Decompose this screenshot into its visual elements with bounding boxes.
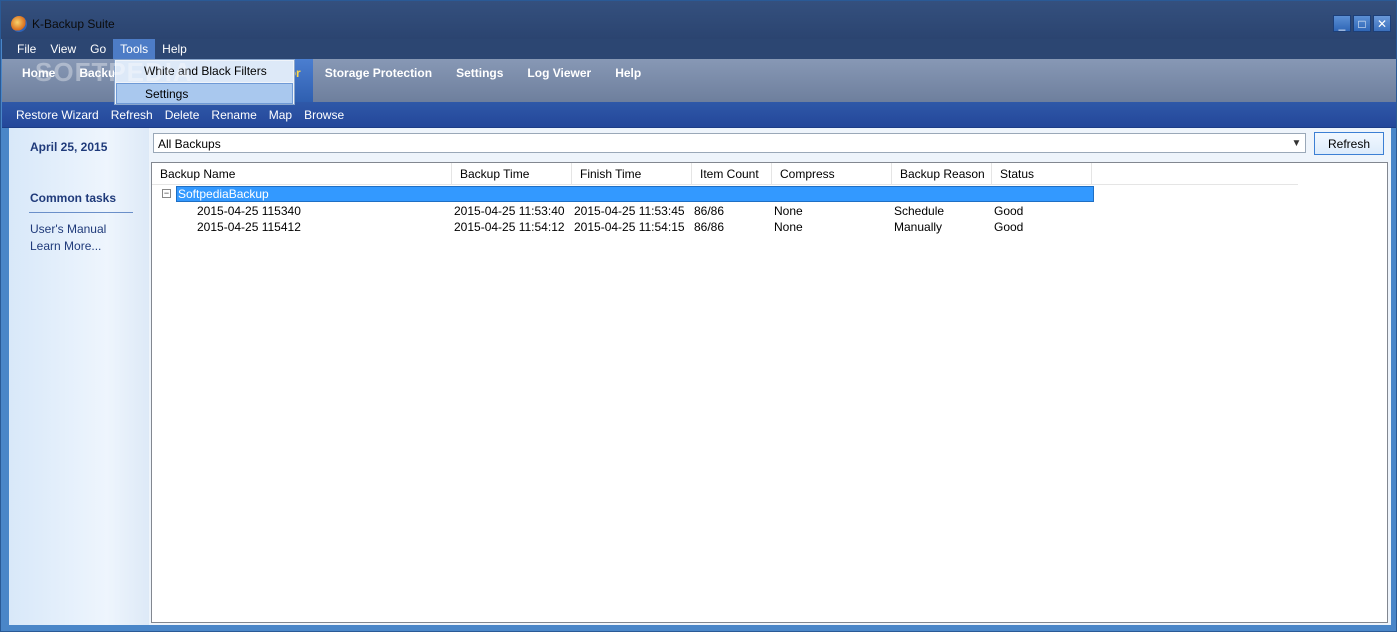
sidebar-divider — [29, 212, 133, 213]
minimize-button[interactable]: _ — [1333, 15, 1351, 32]
row2-reason: Manually — [894, 220, 943, 234]
tab-settings[interactable]: Settings — [444, 59, 515, 102]
restore-wizard-button[interactable]: Restore Wizard — [10, 108, 105, 122]
menu-go[interactable]: Go — [83, 39, 113, 59]
col-backup-reason[interactable]: Backup Reason — [892, 163, 992, 185]
row2-backup-time: 2015-04-25 11:54:12 — [454, 220, 565, 234]
row1-backup-time: 2015-04-25 11:53:40 — [454, 204, 565, 218]
col-status[interactable]: Status — [992, 163, 1092, 185]
menu-file[interactable]: File — [10, 39, 43, 59]
softpedia-watermark: SOFTPEDIA — [35, 57, 193, 87]
map-button[interactable]: Map — [263, 108, 298, 122]
row2-item-count: 86/86 — [694, 220, 725, 234]
common-tasks-heading: Common tasks — [30, 191, 117, 205]
col-backup-time[interactable]: Backup Time — [452, 163, 572, 185]
row1-name[interactable]: 2015-04-25 115340 — [197, 204, 301, 218]
maximize-button[interactable]: □ — [1353, 15, 1371, 32]
close-button[interactable]: ✕ — [1373, 15, 1391, 32]
toolbar-refresh-button[interactable]: Refresh — [105, 108, 159, 122]
app-logo-icon — [11, 16, 27, 32]
row1-compress: None — [774, 204, 803, 218]
row1-finish-time: 2015-04-25 11:53:45 — [574, 204, 685, 218]
collapse-icon[interactable]: − — [162, 189, 171, 198]
row2-name[interactable]: 2015-04-25 115412 — [197, 220, 301, 234]
backup-group-row[interactable]: SoftpediaBackup — [176, 186, 1094, 202]
tab-log-viewer[interactable]: Log Viewer — [515, 59, 603, 102]
delete-button[interactable]: Delete — [159, 108, 206, 122]
backup-list[interactable]: Backup Name Backup Time Finish Time Item… — [151, 162, 1388, 623]
backup-filter-select[interactable]: All Backups ▼ — [153, 133, 1306, 153]
menu-tools[interactable]: Tools — [113, 39, 156, 59]
window-title: K-Backup Suite — [32, 17, 115, 31]
col-finish-time[interactable]: Finish Time — [572, 163, 692, 185]
menu-view[interactable]: View — [43, 39, 83, 59]
menu-bar: File View Go Tools Help — [2, 39, 1396, 59]
learn-more-link[interactable]: Learn More... — [30, 239, 101, 253]
chevron-down-icon[interactable]: ▼ — [1288, 134, 1305, 152]
tab-help[interactable]: Help — [603, 59, 653, 102]
row1-item-count: 86/86 — [694, 204, 725, 218]
list-header: Backup Name Backup Time Finish Time Item… — [152, 163, 1298, 185]
rename-button[interactable]: Rename — [205, 108, 262, 122]
backup-filter-value: All Backups — [158, 137, 221, 151]
title-bar[interactable]: K-Backup Suite _ □ ✕ — [1, 1, 1396, 39]
app-window: K-Backup Suite _ □ ✕ File View Go Tools … — [0, 0, 1397, 632]
browse-button[interactable]: Browse — [298, 108, 350, 122]
current-date: April 25, 2015 — [30, 140, 108, 154]
row2-finish-time: 2015-04-25 11:54:15 — [574, 220, 685, 234]
col-item-count[interactable]: Item Count — [692, 163, 772, 185]
col-backup-name[interactable]: Backup Name — [152, 163, 452, 185]
refresh-button[interactable]: Refresh — [1314, 132, 1384, 155]
row2-compress: None — [774, 220, 803, 234]
action-toolbar: Restore Wizard Refresh Delete Rename Map… — [2, 102, 1396, 128]
task-sidebar: April 25, 2015 Common tasks User's Manua… — [9, 128, 149, 625]
col-compress[interactable]: Compress — [772, 163, 892, 185]
menu-help[interactable]: Help — [155, 39, 194, 59]
tab-storage-protection[interactable]: Storage Protection — [313, 59, 444, 102]
users-manual-link[interactable]: User's Manual — [30, 222, 106, 236]
row1-status: Good — [994, 204, 1024, 218]
main-panel: All Backups ▼ Refresh Backup Name Backup… — [149, 128, 1391, 625]
row2-status: Good — [994, 220, 1024, 234]
row1-reason: Schedule — [894, 204, 945, 218]
